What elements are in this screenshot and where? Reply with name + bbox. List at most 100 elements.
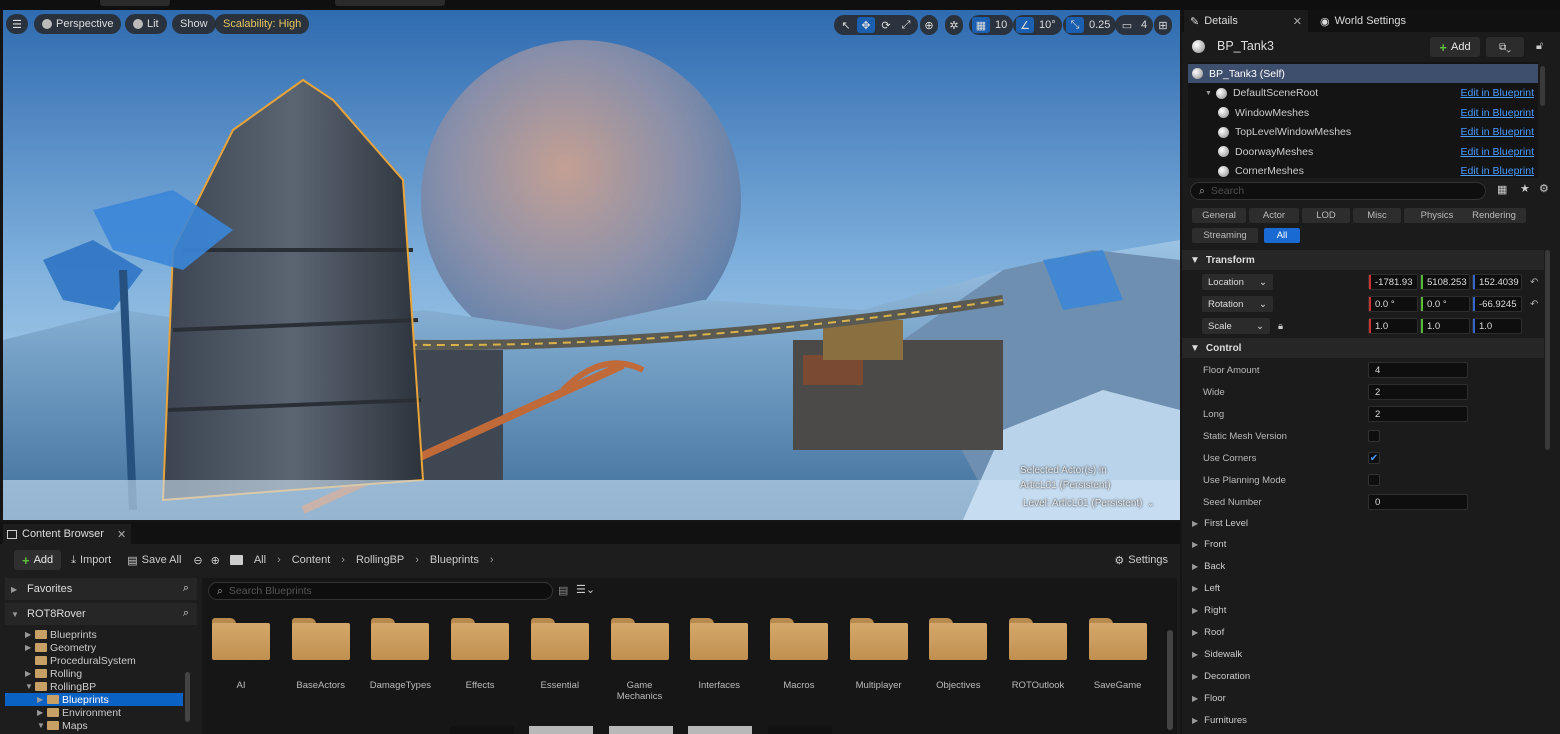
reset-arrow-icon[interactable]: ↶ (1530, 299, 1538, 310)
search-icon[interactable]: ⌕ (183, 607, 189, 620)
asset-folder[interactable]: Interfaces (684, 618, 754, 691)
asset-folder[interactable]: SaveGame (1083, 618, 1153, 691)
asset-folder[interactable]: BaseActors (286, 618, 356, 691)
filter-lod[interactable]: LOD (1302, 208, 1350, 223)
breadcrumb-rollingbp[interactable]: RollingBP (353, 554, 407, 566)
world-settings-tab[interactable]: ◉ World Settings (1314, 10, 1412, 32)
use-corners-checkbox[interactable]: ✔ (1368, 452, 1380, 464)
lock-icon[interactable]: 🔓︎ (1536, 40, 1543, 53)
details-tab[interactable]: ✎ Details ✕ (1184, 10, 1308, 32)
lit-button[interactable]: Lit (125, 14, 167, 34)
gear-icon[interactable]: ⚙ (1539, 182, 1549, 195)
star-icon[interactable]: ★ (1520, 182, 1530, 195)
component-row[interactable]: TopLevelWindowMeshes Edit in Blueprint (1188, 123, 1538, 142)
filter-misc[interactable]: Misc (1353, 208, 1401, 223)
filter-rendering[interactable]: Rendering (1462, 208, 1526, 223)
project-header[interactable]: ▼ ROT8Rover ⌕ (5, 603, 197, 625)
collapse-arrow-icon[interactable]: ▼ (1205, 90, 1212, 97)
breadcrumb-all[interactable]: All (251, 554, 269, 566)
collapse-arrow-icon[interactable]: ▼ (37, 721, 47, 730)
rotation-z-field[interactable]: -66.9245 (1472, 296, 1522, 312)
blueprint-options-button[interactable]: ⧉⌄ (1486, 37, 1524, 57)
component-row[interactable]: ▼ DefaultSceneRoot Edit in Blueprint (1188, 84, 1538, 103)
folder-tree-item[interactable]: ▶ Rolling (5, 667, 183, 680)
filter-general[interactable]: General (1192, 208, 1246, 223)
location-y-field[interactable]: 5108.253 (1420, 274, 1470, 290)
add-button[interactable]: + Add (14, 550, 62, 570)
component-row[interactable]: DoorwayMeshes Edit in Blueprint (1188, 142, 1538, 161)
asset-folder[interactable]: Essential (525, 618, 595, 691)
expand-arrow-icon[interactable]: ▶ (25, 630, 35, 639)
filter-physics[interactable]: Physics (1404, 208, 1470, 223)
details-search-input[interactable]: ⌕ Search (1190, 182, 1486, 200)
scalability-button[interactable]: Scalability: High (215, 14, 310, 34)
close-icon[interactable]: ✕ (117, 528, 126, 541)
filter-actor[interactable]: Actor (1249, 208, 1299, 223)
rotate-icon[interactable]: ⟳ (877, 17, 895, 33)
asset-folder[interactable]: Multiplayer (844, 618, 914, 691)
asset-thumbnail[interactable] (450, 726, 514, 734)
edit-in-blueprint-link[interactable]: Edit in Blueprint (1460, 87, 1534, 99)
tree-scrollbar[interactable] (185, 672, 190, 722)
asset-folder[interactable]: Effects (445, 618, 515, 691)
rotation-snap-group[interactable]: ∠ 10° (1013, 15, 1062, 35)
edit-in-blueprint-link[interactable]: Edit in Blueprint (1460, 107, 1534, 119)
show-button[interactable]: Show (172, 14, 216, 34)
asset-folder[interactable]: Objectives (923, 618, 993, 691)
scale-snap-group[interactable]: ⤡ 0.25 (1063, 15, 1117, 35)
scale-x-field[interactable]: 1.0 (1368, 318, 1418, 334)
search-icon[interactable]: ⌕ (183, 582, 189, 595)
scale-dropdown[interactable]: Scale ⌄ (1202, 318, 1270, 334)
asset-folder[interactable]: AI (206, 618, 276, 691)
section-back[interactable]: ▶ Back (1182, 556, 1544, 578)
settings-button[interactable]: ⚙ Settings (1108, 554, 1174, 567)
section-left[interactable]: ▶ Left (1182, 578, 1544, 600)
section-sidewalk[interactable]: ▶ Sidewalk (1182, 643, 1544, 665)
search-input[interactable]: ⌕ Search Blueprints (208, 582, 553, 600)
asset-thumbnail[interactable] (688, 726, 752, 734)
folder-tree-item[interactable]: ▶ Blueprints (5, 628, 183, 641)
component-scrollbar[interactable] (1540, 66, 1545, 106)
section-front[interactable]: ▶ Front (1182, 534, 1544, 556)
folder-tree-item[interactable]: ProceduralSystem (5, 654, 183, 667)
seed-number-field[interactable]: 0 (1368, 494, 1468, 510)
wide-field[interactable]: 2 (1368, 384, 1468, 400)
table-view-icon[interactable]: ▦ (1497, 183, 1507, 196)
component-row[interactable]: WindowMeshes Edit in Blueprint (1188, 103, 1538, 122)
history-forward-icon[interactable]: ⊕ (209, 554, 222, 567)
transform-section-header[interactable]: ▼ Transform (1182, 250, 1544, 270)
rotation-x-field[interactable]: 0.0 ° (1368, 296, 1418, 312)
edit-in-blueprint-link[interactable]: Edit in Blueprint (1460, 126, 1534, 138)
history-back-icon[interactable]: ⊖ (191, 554, 204, 567)
collapse-arrow-icon[interactable]: ▼ (25, 682, 35, 691)
expand-arrow-icon[interactable]: ▶ (25, 669, 35, 678)
scale-icon[interactable]: ⤢ (897, 17, 915, 33)
asset-folder[interactable]: Macros (764, 618, 834, 691)
details-scrollbar[interactable] (1545, 250, 1550, 450)
expand-arrow-icon[interactable]: ▶ (37, 695, 47, 704)
lock-icon[interactable]: 🔒︎ (1278, 321, 1283, 332)
world-space-toggle[interactable]: ⊕ (920, 15, 938, 35)
rotation-y-field[interactable]: 0.0 ° (1420, 296, 1470, 312)
section-floor[interactable]: ▶ Floor (1182, 687, 1544, 709)
filter-icon[interactable]: ☰⌄ (576, 583, 595, 596)
folder-tree-item[interactable]: ▼ Maps (5, 719, 183, 732)
filter-all[interactable]: All (1264, 228, 1300, 243)
scale-z-field[interactable]: 1.0 (1472, 318, 1522, 334)
section-roof[interactable]: ▶ Roof (1182, 622, 1544, 644)
section-furnitures[interactable]: ▶ Furnitures (1182, 709, 1544, 731)
folder-tree-item[interactable]: ▼ RollingBP (5, 680, 183, 693)
select-icon[interactable]: ↖ (837, 17, 855, 33)
component-row[interactable]: BP_Tank3 (Self) (1188, 64, 1538, 83)
control-section-header[interactable]: ▼ Control (1182, 338, 1544, 358)
folder-tree-item[interactable]: ▶ Geometry (5, 641, 183, 654)
folder-tree-item[interactable]: ▶ Blueprints (5, 693, 183, 706)
section-decoration[interactable]: ▶ Decoration (1182, 665, 1544, 687)
save-all-button[interactable]: ▤ Save All (121, 554, 187, 567)
asset-thumbnail[interactable] (529, 726, 593, 734)
asset-folder[interactable]: DamageTypes (365, 618, 435, 691)
asset-folder[interactable]: ROTOutlook (1003, 618, 1073, 691)
asset-folder[interactable]: Game Mechanics (605, 618, 675, 702)
location-z-field[interactable]: 152.4039 (1472, 274, 1522, 290)
layout-button[interactable]: ⊞ (1154, 15, 1172, 35)
